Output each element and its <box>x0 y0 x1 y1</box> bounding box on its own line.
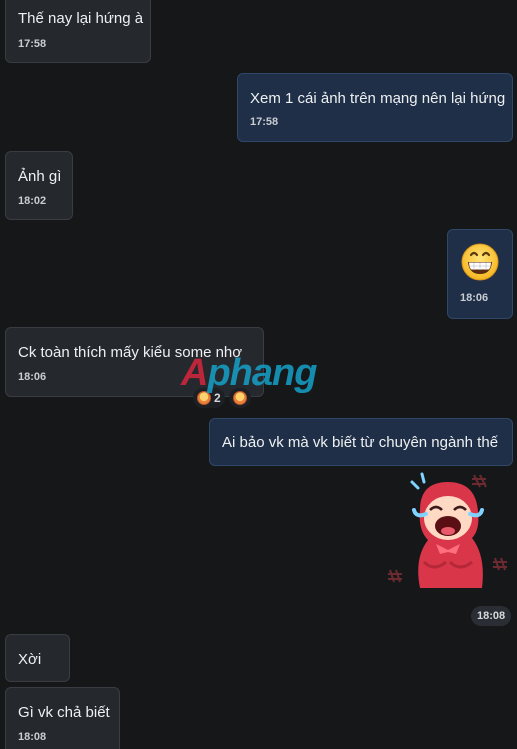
message-time: 17:58 <box>18 38 47 50</box>
message-text: Xem 1 cái ảnh trên mạng nên lại hứng <box>250 90 506 107</box>
message-text: Gì vk chả biết <box>18 704 110 721</box>
message-time: 18:06 <box>460 292 489 304</box>
message-text: Xời <box>18 651 42 668</box>
watermark-logo: Aphang <box>181 352 317 395</box>
message-time: 18:08 <box>471 606 512 626</box>
message-bubble-outgoing[interactable]: Ai bảo vk mà vk biết từ chuyên ngành thế <box>209 418 513 466</box>
message-bubble-incoming[interactable]: Gì vk chả biết 18:08 <box>5 687 120 749</box>
message-time: 18:06 <box>18 371 47 383</box>
message-bubble-incoming[interactable]: Xời <box>5 634 70 682</box>
grinning-face-icon <box>461 243 499 281</box>
message-bubble-outgoing[interactable]: Xem 1 cái ảnh trên mạng nên lại hứng 17:… <box>237 73 513 142</box>
message-bubble-incoming[interactable]: Thế nay lại hứng à 17:58 <box>5 0 151 63</box>
laughing-crying-red-hood-sticker[interactable] <box>380 470 517 600</box>
message-text: Ai bảo vk mà vk biết từ chuyên ngành thế <box>222 434 499 451</box>
watermark-rest: phang <box>207 352 317 394</box>
message-text: Thế nay lại hứng à <box>18 10 144 27</box>
chat-thread[interactable]: Thế nay lại hứng à 17:58 Xem 1 cái ảnh t… <box>0 0 517 749</box>
watermark-prefix: A <box>181 352 208 394</box>
message-time: 18:08 <box>18 731 47 743</box>
message-time: 17:58 <box>250 116 279 128</box>
message-text: Ảnh gì <box>18 168 62 185</box>
message-time: 18:02 <box>18 195 47 207</box>
message-bubble-outgoing[interactable]: 18:06 <box>447 229 513 319</box>
message-bubble-incoming[interactable]: Ảnh gì 18:02 <box>5 151 73 220</box>
